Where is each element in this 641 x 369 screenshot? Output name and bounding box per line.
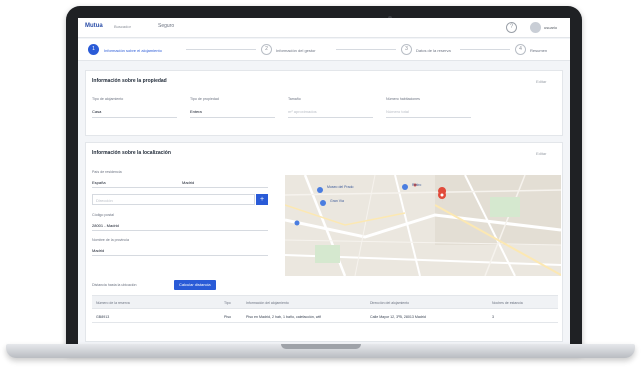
field-placeholder[interactable]: Número total <box>386 109 409 114</box>
user-name[interactable]: usuario <box>544 25 557 30</box>
postal-value[interactable]: 28001 - Madrid <box>92 223 119 228</box>
field-label: Tipo de propiedad <box>190 97 219 101</box>
postal-label: Código postal <box>92 213 114 217</box>
step-3-dot[interactable]: 3 <box>401 44 412 55</box>
property-card: Información sobre la propiedad Editar Ti… <box>85 70 563 136</box>
table-header-cell[interactable]: Tipo <box>224 301 231 305</box>
table-header-cell[interactable]: Noches de estancia <box>492 301 523 305</box>
country-value[interactable]: España <box>92 180 106 185</box>
step-1-dot[interactable]: 1 <box>88 44 99 55</box>
help-icon[interactable]: ? <box>506 22 517 33</box>
table-header: Número de la reserva Tipo Información de… <box>92 295 558 309</box>
distance-label: Distancia hasta la ubicación <box>92 283 137 287</box>
field-underline <box>92 255 268 256</box>
field-underline <box>92 230 268 231</box>
table-cell: GB8913 <box>96 315 110 319</box>
table-header-cell[interactable]: Número de la reserva <box>96 301 130 305</box>
map-poi-label: Museo del Prado <box>327 185 354 189</box>
property-edit-link[interactable]: Editar <box>536 79 546 84</box>
map-poi-label: Retiro <box>412 183 422 187</box>
add-address-button[interactable]: + <box>256 194 268 205</box>
laptop-screen: Mutua Buscador Seguro ? usuario 1 Inform… <box>78 18 570 347</box>
step-connector <box>186 49 256 50</box>
field-placeholder[interactable]: m² aproximados <box>288 109 317 114</box>
address-input[interactable]: Dirección <box>92 194 255 205</box>
calculate-distance-button[interactable]: Calcular distancia <box>174 280 216 290</box>
location-edit-link[interactable]: Editar <box>536 151 546 156</box>
location-card-title: Información sobre la localización <box>92 150 171 156</box>
province-value[interactable]: Madrid <box>92 248 104 253</box>
field-label: Tipo de alojamiento <box>92 97 124 101</box>
field-label: Tamaño <box>288 97 301 101</box>
address-placeholder: Dirección <box>96 198 113 203</box>
field-value[interactable]: Entera <box>190 109 202 114</box>
property-card-title: Información sobre la propiedad <box>92 78 167 84</box>
map-poi-label: Gran Vía <box>330 199 345 203</box>
app-header: Mutua Buscador Seguro ? usuario <box>78 18 570 38</box>
laptop-base <box>6 344 635 358</box>
field-value[interactable]: Casa <box>92 109 101 114</box>
country-label: País de residencia <box>92 170 122 174</box>
stepper: 1 Información sobre el alojamiento 2 Inf… <box>78 39 570 61</box>
step-1-label[interactable]: Información sobre el alojamiento <box>104 48 162 53</box>
table-cell: 3 <box>492 315 494 319</box>
table-cell: Piso <box>224 315 231 319</box>
field-underline <box>92 187 268 188</box>
stage: Mutua Buscador Seguro ? usuario 1 Inform… <box>0 0 641 369</box>
field-underline <box>386 117 471 118</box>
step-3-label[interactable]: Datos de la reserva <box>416 48 451 53</box>
step-2-label[interactable]: Información del gestor <box>276 48 316 53</box>
map-svg <box>285 175 561 276</box>
province-label: Nombre de la provincia <box>92 238 129 242</box>
table-header-cell[interactable]: Información del alojamiento <box>246 301 289 305</box>
field-underline <box>92 117 177 118</box>
step-2-dot[interactable]: 2 <box>261 44 272 55</box>
brand-logo[interactable]: Mutua <box>85 23 103 29</box>
field-underline <box>190 117 275 118</box>
region-value[interactable]: Madrid <box>182 180 194 185</box>
step-connector <box>336 49 396 50</box>
field-underline <box>288 117 373 118</box>
laptop-notch <box>281 344 361 349</box>
field-label: Número habitaciones <box>386 97 420 101</box>
location-map[interactable]: Museo del Prado Gran Vía Retiro <box>285 175 561 276</box>
table-cell: Calle Mayor 12, 3ºB, 28013 Madrid <box>370 315 426 319</box>
step-4-label[interactable]: Resumen <box>530 48 547 53</box>
brand-subtitle: Buscador <box>114 24 131 29</box>
table-row[interactable]: GB8913 Piso Piso en Madrid, 2 hab, 1 bañ… <box>92 311 558 323</box>
avatar[interactable] <box>530 22 541 33</box>
location-card: Información sobre la localización Editar… <box>85 142 563 342</box>
step-4-dot[interactable]: 4 <box>515 44 526 55</box>
table-header-cell[interactable]: Dirección del alojamiento <box>370 301 409 305</box>
table-cell: Piso en Madrid, 2 hab, 1 baño, calefacci… <box>246 315 322 319</box>
header-nav-item[interactable]: Seguro <box>158 23 174 29</box>
step-connector <box>460 49 510 50</box>
